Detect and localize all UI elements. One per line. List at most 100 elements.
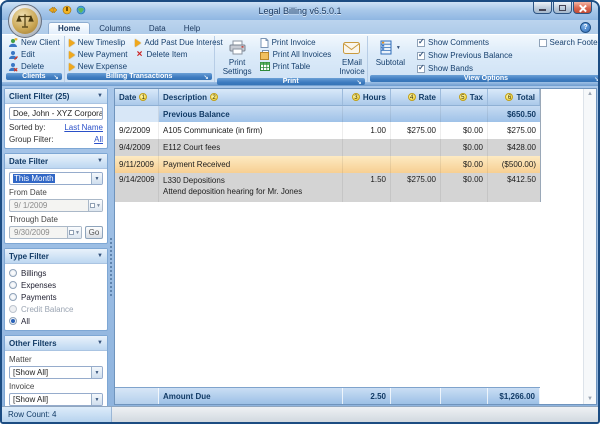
column-label: Tax	[470, 93, 483, 102]
dialog-launcher-icon[interactable]: ↘	[204, 75, 209, 82]
go-button[interactable]: Go	[85, 226, 103, 239]
tab-columns[interactable]: Columns	[90, 23, 140, 34]
column-header-date[interactable]: Date 1	[115, 89, 159, 105]
table-row[interactable]: 9/2/2009 A105 Communicate (in firm) 1.00…	[115, 122, 540, 139]
edit-client-label: Edit	[21, 50, 35, 59]
email-invoice-label: EMail Invoice	[339, 58, 364, 76]
close-button[interactable]	[573, 2, 592, 14]
previous-balance-band-row[interactable]: Previous Balance $650.50	[115, 106, 540, 122]
ribbon-group-billing-transactions: New Timeslip New Payment New Expense Add	[65, 36, 215, 82]
cell-rate	[391, 139, 441, 156]
group-filter-link[interactable]: All	[94, 135, 103, 144]
show-previous-balance-checkbox[interactable]: Show Previous Balance	[417, 50, 513, 61]
client-select[interactable]: Doe, John - XYZ Corporation ▼	[9, 107, 103, 120]
table-row[interactable]: 9/4/2009 E112 Court fees $0.00 $428.00	[115, 139, 540, 156]
radio-expenses[interactable]: Expenses	[9, 280, 103, 290]
cell-total: $428.00	[488, 139, 540, 156]
calendar-icon[interactable]: ▼	[88, 200, 102, 211]
maximize-button[interactable]	[553, 2, 572, 14]
amount-due-label: Amount Due	[159, 388, 343, 404]
table-row[interactable]: 9/14/2009 L330 Depositions Attend deposi…	[115, 173, 540, 202]
delete-item-label: Delete Item	[146, 50, 187, 59]
through-date-field[interactable]: 9/30/2009 ▼	[9, 226, 82, 239]
invoice-select-value: [Show All]	[13, 395, 48, 404]
tab-home[interactable]: Home	[48, 22, 90, 34]
cell-total: ($500.00)	[488, 156, 540, 173]
new-client-label: New Client	[21, 38, 60, 47]
from-date-field[interactable]: 9/ 1/2009 ▼	[9, 199, 103, 212]
sort-badge: 5	[459, 93, 467, 101]
cell-rate: $275.00	[391, 122, 441, 139]
dialog-launcher-icon[interactable]: ↘	[357, 80, 362, 87]
chevron-down-icon: ▼	[91, 173, 102, 184]
tab-help[interactable]: Help	[175, 23, 209, 34]
column-header-rate[interactable]: 4 Rate	[391, 89, 441, 105]
date-filter-header[interactable]: Date Filter ▼	[5, 154, 107, 169]
cell-tax: $0.00	[441, 173, 488, 202]
column-header-hours[interactable]: 3 Hours	[343, 89, 391, 105]
cell-tax: $0.00	[441, 139, 488, 156]
table-header-row: Date 1 Description 2 3 Hours 4 Rate	[115, 89, 540, 106]
new-expense-button[interactable]: New Expense	[69, 61, 128, 72]
table-row-payment[interactable]: 9/11/2009 Payment Received $0.00 ($500.0…	[115, 156, 540, 173]
new-timeslip-label: New Timeslip	[78, 38, 126, 47]
delete-item-button[interactable]: × Delete Item	[135, 49, 222, 60]
print-settings-label: Print Settings	[223, 58, 252, 76]
payment-arrow-icon	[69, 51, 75, 59]
email-invoice-button[interactable]: EMail Invoice	[335, 37, 368, 77]
sorted-by-link[interactable]: Last Name	[64, 123, 103, 132]
minimize-button[interactable]	[533, 2, 552, 14]
date-range-select[interactable]: This Month ▼	[9, 172, 103, 185]
application-menu-button[interactable]	[8, 4, 42, 38]
scrollbar-up-icon[interactable]: ▲	[587, 90, 593, 98]
person-add-icon	[8, 38, 18, 48]
show-bands-checkbox[interactable]: Show Bands	[417, 63, 513, 74]
radio-expenses-label: Expenses	[21, 281, 56, 290]
new-payment-button[interactable]: New Payment	[69, 49, 128, 60]
print-invoice-button[interactable]: Print Invoice	[260, 37, 332, 48]
cell-total: $412.50	[488, 173, 540, 202]
edit-client-button[interactable]: Edit	[8, 49, 60, 60]
column-header-tax[interactable]: 5 Tax	[441, 89, 488, 105]
invoice-select[interactable]: [Show All] ▼	[9, 393, 103, 406]
cell-date: 9/4/2009	[115, 139, 159, 156]
show-comments-label: Show Comments	[428, 38, 489, 47]
print-settings-button[interactable]: Print Settings	[219, 37, 256, 77]
new-timeslip-button[interactable]: New Timeslip	[69, 37, 128, 48]
print-table-button[interactable]: Print Table	[260, 61, 332, 72]
tab-data[interactable]: Data	[140, 23, 175, 34]
column-header-total[interactable]: 6 Total	[488, 89, 540, 105]
dialog-launcher-icon[interactable]: ↘	[594, 77, 599, 84]
delete-client-button[interactable]: Delete	[8, 61, 60, 72]
matter-select[interactable]: [Show All] ▼	[9, 366, 103, 379]
invoice-label: Invoice	[9, 382, 103, 391]
close-icon	[579, 4, 587, 12]
new-client-button[interactable]: New Client	[8, 37, 60, 48]
envelope-icon	[343, 38, 360, 57]
radio-payments[interactable]: Payments	[9, 292, 103, 302]
calendar-icon[interactable]: ▼	[67, 227, 81, 238]
cell-description: Payment Received	[159, 156, 343, 173]
group-label-text: View Options	[464, 75, 508, 82]
show-comments-checkbox[interactable]: Show Comments	[417, 37, 513, 48]
radio-all[interactable]: All	[9, 316, 103, 326]
subtotal-button[interactable]: ▼ Subtotal	[372, 37, 409, 74]
client-filter-header[interactable]: Client Filter (25) ▼	[5, 89, 107, 104]
vertical-scrollbar[interactable]: ▲ ▼	[583, 89, 596, 404]
cell-tax	[441, 388, 488, 404]
help-icon[interactable]: ?	[580, 22, 591, 33]
search-footer-checkbox[interactable]: Search Footer	[539, 37, 600, 48]
column-header-description[interactable]: Description 2	[159, 89, 343, 105]
radio-billings[interactable]: Billings	[9, 268, 103, 278]
cell-hours	[343, 156, 391, 173]
person-delete-icon	[8, 62, 18, 72]
group-label-text: Print	[283, 78, 299, 85]
other-filters-header[interactable]: Other Filters ▼	[5, 336, 107, 351]
scrollbar-down-icon[interactable]: ▼	[587, 395, 593, 403]
print-all-invoices-button[interactable]: Print All Invoices	[260, 49, 332, 60]
type-filter-header[interactable]: Type Filter ▼	[5, 249, 107, 264]
print-invoice-label: Print Invoice	[272, 38, 316, 47]
status-bar-filler	[112, 407, 598, 422]
dialog-launcher-icon[interactable]: ↘	[54, 75, 59, 82]
add-past-due-interest-button[interactable]: Add Past Due Interest	[135, 37, 222, 48]
